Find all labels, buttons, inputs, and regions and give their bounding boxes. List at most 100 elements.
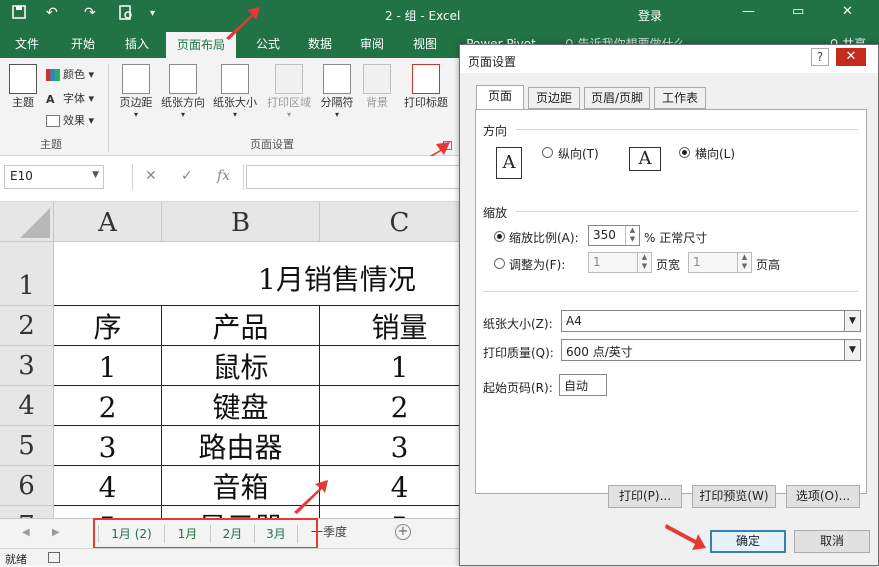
table-cell[interactable]: 5 [54,506,162,518]
add-sheet-button[interactable]: + [395,524,411,540]
chevron-down-icon: ▾ [286,110,291,119]
ok-button[interactable]: 确定 [710,530,786,553]
close-window-button[interactable]: ✕ [842,4,853,19]
name-box[interactable]: E10 ▼ [4,165,104,189]
insert-function-icon[interactable]: fx [217,168,230,184]
tab-file[interactable]: 文件 [2,30,52,58]
landscape-radio[interactable] [679,147,690,158]
row-header[interactable]: 5 [0,426,54,466]
restore-button[interactable]: ▭ [792,4,804,19]
effects-button[interactable]: 效果 ▾ [46,112,94,128]
breaks-button[interactable]: 分隔符 ▾ [317,64,357,119]
chevron-down-icon[interactable]: ▼ [844,311,860,331]
table-cell[interactable]: 鼠标 [162,346,320,386]
pages-tall-spinner[interactable]: 1 ▲ ▼ [688,252,752,273]
chevron-down-icon[interactable]: ▼ [844,340,860,360]
print-button[interactable]: 打印(P)... [608,485,682,508]
table-cell[interactable]: 销量 [320,306,460,346]
macro-record-icon[interactable] [48,552,60,563]
table-cell[interactable]: 产品 [162,306,320,346]
dialog-tab-sheet[interactable]: 工作表 [654,87,706,109]
adjust-to-radio[interactable] [494,231,505,242]
table-cell[interactable]: 5 [320,506,460,518]
print-titles-button[interactable]: 打印标题 [398,64,454,110]
table-cell[interactable]: 3 [54,426,162,466]
fit-to-radio[interactable] [494,258,505,269]
print-area-button[interactable]: 打印区域 ▾ [263,64,315,119]
colors-button[interactable]: 颜色 ▾ [46,66,94,82]
scroll-right-icon[interactable]: ▶ [52,527,60,538]
scroll-left-icon[interactable]: ◀ [22,527,30,538]
print-titles-label: 打印标题 [404,96,448,109]
row-header[interactable]: 3 [0,346,54,386]
portrait-label[interactable]: 纵向(T) [558,145,599,162]
dialog-tab-page[interactable]: 页面 [476,85,524,110]
tab-review[interactable]: 审阅 [347,30,397,58]
background-button[interactable]: 背景 [360,64,394,110]
table-cell[interactable]: 2 [54,386,162,426]
table-cell[interactable]: 1 [320,346,460,386]
column-header[interactable]: C [320,202,460,242]
dialog-close-button[interactable]: ✕ [836,48,866,66]
table-cell[interactable]: 键盘 [162,386,320,426]
login-link[interactable]: 登录 [638,7,662,24]
cancel-icon[interactable]: ✕ [145,168,157,184]
table-cell[interactable]: 序 [54,306,162,346]
save-icon[interactable] [12,5,26,23]
tab-home[interactable]: 开始 [58,30,108,58]
dialog-tab-header-footer[interactable]: 页眉/页脚 [584,87,650,109]
column-header[interactable]: B [162,202,320,242]
help-button[interactable]: ? [811,48,829,66]
pages-wide-spinner[interactable]: 1 ▲ ▼ [588,252,652,273]
themes-button[interactable]: 主题 [6,64,40,110]
spinner-arrows-icon[interactable]: ▲ ▼ [625,226,639,245]
row-header[interactable]: 6 [0,466,54,506]
dialog-tab-margins[interactable]: 页边距 [528,87,580,109]
minimize-button[interactable]: — [742,4,755,19]
table-cell[interactable]: 3 [320,426,460,466]
chevron-down-icon[interactable]: ▼ [92,170,99,180]
themes-label: 主题 [12,96,34,109]
row-header[interactable]: 7 [0,506,54,518]
spinner-arrows-icon[interactable]: ▲ ▼ [737,253,751,272]
print-quality-label: 打印质量(Q): [483,346,554,360]
enter-icon[interactable]: ✓ [181,168,193,184]
print-preview-icon[interactable] [118,5,134,25]
table-cell[interactable]: 1 [54,346,162,386]
adjust-to-label[interactable]: 缩放比例(A): [509,229,579,246]
table-cell[interactable]: 2 [320,386,460,426]
landscape-label[interactable]: 横向(L) [695,145,735,162]
cancel-button[interactable]: 取消 [794,530,870,553]
first-page-input[interactable]: 自动 [559,374,607,396]
size-icon [221,64,249,94]
tab-data[interactable]: 数据 [295,30,345,58]
customize-qat-icon[interactable]: ▾ [150,8,155,19]
table-cell[interactable]: 4 [320,466,460,506]
row-header[interactable]: 1 [0,242,54,306]
worksheet-grid[interactable]: A B C 1 2 3 4 5 6 7 1月销售情况 序 产品 销量 1 鼠标 … [0,202,460,518]
scale-spinner[interactable]: 350 ▲ ▼ [588,225,640,246]
fit-to-label[interactable]: 调整为(F): [509,256,565,273]
table-cell[interactable]: 4 [54,466,162,506]
tab-view[interactable]: 视图 [400,30,450,58]
formula-input[interactable] [246,165,466,189]
highlight-box [93,518,318,549]
paper-size-select[interactable]: A4 ▼ [561,310,861,332]
fonts-button[interactable]: A 字体 ▾ [46,90,94,106]
print-quality-select[interactable]: 600 点/英寸 ▼ [561,339,861,361]
options-button[interactable]: 选项(O)... [786,485,860,508]
table-cell[interactable]: 路由器 [162,426,320,466]
tab-insert[interactable]: 插入 [112,30,162,58]
column-header[interactable]: A [54,202,162,242]
select-all-corner[interactable] [0,202,54,242]
redo-icon[interactable]: ↷ [84,5,96,21]
undo-icon[interactable]: ↶ [46,5,58,21]
portrait-radio[interactable] [542,147,553,158]
spinner-arrows-icon[interactable]: ▲ ▼ [637,253,651,272]
print-preview-button[interactable]: 打印预览(W) [692,485,776,508]
margins-button[interactable]: 页边距 ▾ [114,64,158,119]
orientation-button[interactable]: 纸张方向 ▾ [158,64,208,119]
row-header[interactable]: 4 [0,386,54,426]
size-button[interactable]: 纸张大小 ▾ [209,64,261,119]
row-header[interactable]: 2 [0,306,54,346]
